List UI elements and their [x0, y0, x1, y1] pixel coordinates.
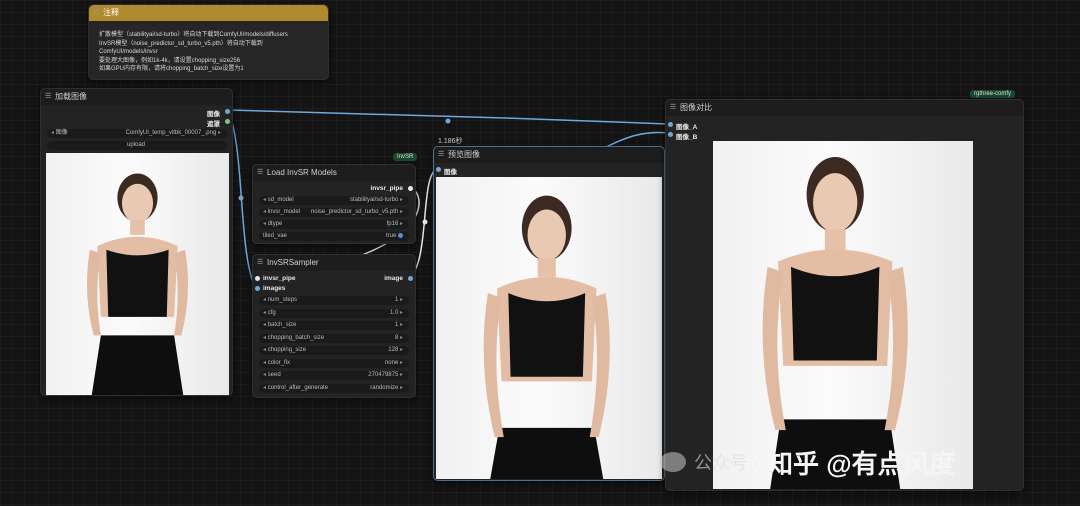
note-line: 如果GPU内存有限，请将chopping_batch_size设置为1 — [99, 66, 244, 72]
toggle-on-icon — [398, 232, 403, 238]
sd-model-select[interactable]: sd_model stabilityai/sd-turbo — [259, 196, 409, 205]
input-image-b-label: 图像_B — [676, 134, 698, 141]
note-title: 注释 — [103, 8, 119, 17]
input-image-label: 图像 — [444, 169, 457, 176]
menu-icon[interactable]: ☰ — [93, 5, 99, 21]
output-mask-port[interactable] — [225, 119, 230, 124]
invsr-model-select[interactable]: invsr_model noise_predictor_sd_turbo_v5.… — [259, 208, 409, 217]
wechat-icon — [660, 452, 686, 472]
input-image-b-port[interactable] — [668, 132, 673, 137]
sampler-title: InvSRSampler — [267, 258, 319, 267]
input-images-port[interactable] — [255, 286, 260, 291]
execution-time: 1.186秒 — [438, 138, 463, 145]
output-image-label: 图像 — [207, 111, 220, 118]
preview-title-bar[interactable]: ☰ 预览图像 — [434, 147, 664, 163]
note-line: InvSR模型（noise_predictor_sd_turbo_v5.pth）… — [99, 40, 263, 47]
input-images-label: images — [263, 285, 286, 292]
input-invsr-pipe-label: invsr_pipe — [263, 275, 296, 282]
load-models-title-bar[interactable]: ☰ Load InvSR Models — [253, 165, 415, 181]
portrait-image — [86, 173, 189, 395]
wechat-label: 公众号 · — [694, 453, 759, 473]
invsr-sampler-node[interactable]: ☰ InvSRSampler invsr_pipe images image n… — [252, 254, 416, 398]
note-line: 要处理大图像，例如1k-4k，请设置chopping_size256 — [99, 57, 241, 64]
num-steps-stepper[interactable]: num_steps 1 — [259, 296, 409, 305]
menu-icon[interactable]: ☰ — [670, 100, 676, 116]
note-text: 扩散模型（stabilityai/sd-turbo）将自动下载到ComfyUI/… — [89, 21, 328, 74]
input-image-a-label: 图像_A — [676, 124, 698, 131]
note-title-bar[interactable]: ☰ 注释 — [89, 5, 328, 21]
compare-image[interactable] — [713, 141, 973, 489]
menu-icon[interactable]: ☰ — [257, 165, 263, 181]
menu-icon[interactable]: ☰ — [438, 147, 444, 163]
load-image-node[interactable]: ☰ 加载图像 图像 遮罩 图像 ComfyUI_temp_vitbk_00007… — [40, 88, 233, 396]
load-models-title: Load InvSR Models — [267, 168, 337, 177]
tiled-vae-value: true — [386, 232, 403, 241]
color-fix-select[interactable]: color_fix none — [259, 358, 409, 368]
load-image-title: 加载图像 — [55, 92, 87, 101]
input-image-port[interactable] — [436, 167, 441, 172]
portrait-image — [483, 195, 610, 479]
menu-icon[interactable]: ☰ — [45, 89, 51, 105]
output-image-port[interactable] — [225, 109, 230, 114]
chopping-size-select[interactable]: chopping_size 128 — [259, 346, 409, 355]
image-select[interactable]: 图像 ComfyUI_temp_vitbk_00007_.png — [47, 129, 227, 138]
output-invsr-pipe-port[interactable] — [408, 186, 413, 191]
note-node[interactable]: ☰ 注释 扩散模型（stabilityai/sd-turbo）将自动下载到Com… — [88, 4, 329, 80]
note-line: 扩散模型（stabilityai/sd-turbo）将自动下载到ComfyUI/… — [99, 32, 288, 38]
output-image-label: image — [384, 275, 403, 282]
invsr-tag: InvSR — [393, 153, 418, 161]
output-mask-label: 遮罩 — [207, 121, 220, 128]
sampler-title-bar[interactable]: ☰ InvSRSampler — [253, 255, 415, 271]
dtype-select[interactable]: dtype fp16 — [259, 220, 409, 229]
preview-title: 预览图像 — [448, 150, 480, 159]
load-invsr-models-node[interactable]: ☰ Load InvSR Models invsr_pipe sd_model … — [252, 164, 416, 244]
seed-stepper[interactable]: seed 270479875 — [259, 371, 409, 380]
upload-button[interactable]: upload — [47, 141, 227, 150]
loaded-image-preview — [46, 153, 229, 395]
chopping-batch-size-stepper[interactable]: chopping_batch_size 8 — [259, 333, 409, 343]
output-image-port[interactable] — [408, 276, 413, 281]
rgthree-tag: rgthree-comfy — [970, 90, 1016, 98]
cfg-stepper[interactable]: cfg 1.0 — [259, 308, 409, 318]
preview-image — [436, 177, 662, 479]
zhihu-brand: 知乎 @有点风度 — [767, 448, 956, 479]
menu-icon[interactable]: ☰ — [257, 255, 263, 271]
preview-image-node[interactable]: ☰ 预览图像 图像 — [433, 146, 665, 481]
input-invsr-pipe-port[interactable] — [255, 276, 260, 281]
input-image-a-port[interactable] — [668, 122, 673, 127]
output-invsr-pipe-label: invsr_pipe — [370, 185, 403, 192]
compare-title: 图像对比 — [680, 103, 712, 112]
watermark: 公众号 · 知乎 @有点风度 — [660, 442, 956, 482]
portrait-image — [762, 157, 908, 489]
tiled-vae-toggle[interactable]: tiled_vae true — [259, 232, 409, 241]
load-image-title-bar[interactable]: ☰ 加载图像 — [41, 89, 232, 105]
note-line: ComfyUI/models/invsr — [99, 49, 158, 55]
control-after-generate-select[interactable]: control_after_generate randomize — [259, 383, 409, 393]
compare-title-bar[interactable]: ☰ 图像对比 — [666, 100, 1023, 116]
image-compare-node[interactable]: ☰ 图像对比 图像_A 图像_B — [665, 99, 1024, 491]
batch-size-stepper[interactable]: batch_size 1 — [259, 321, 409, 330]
